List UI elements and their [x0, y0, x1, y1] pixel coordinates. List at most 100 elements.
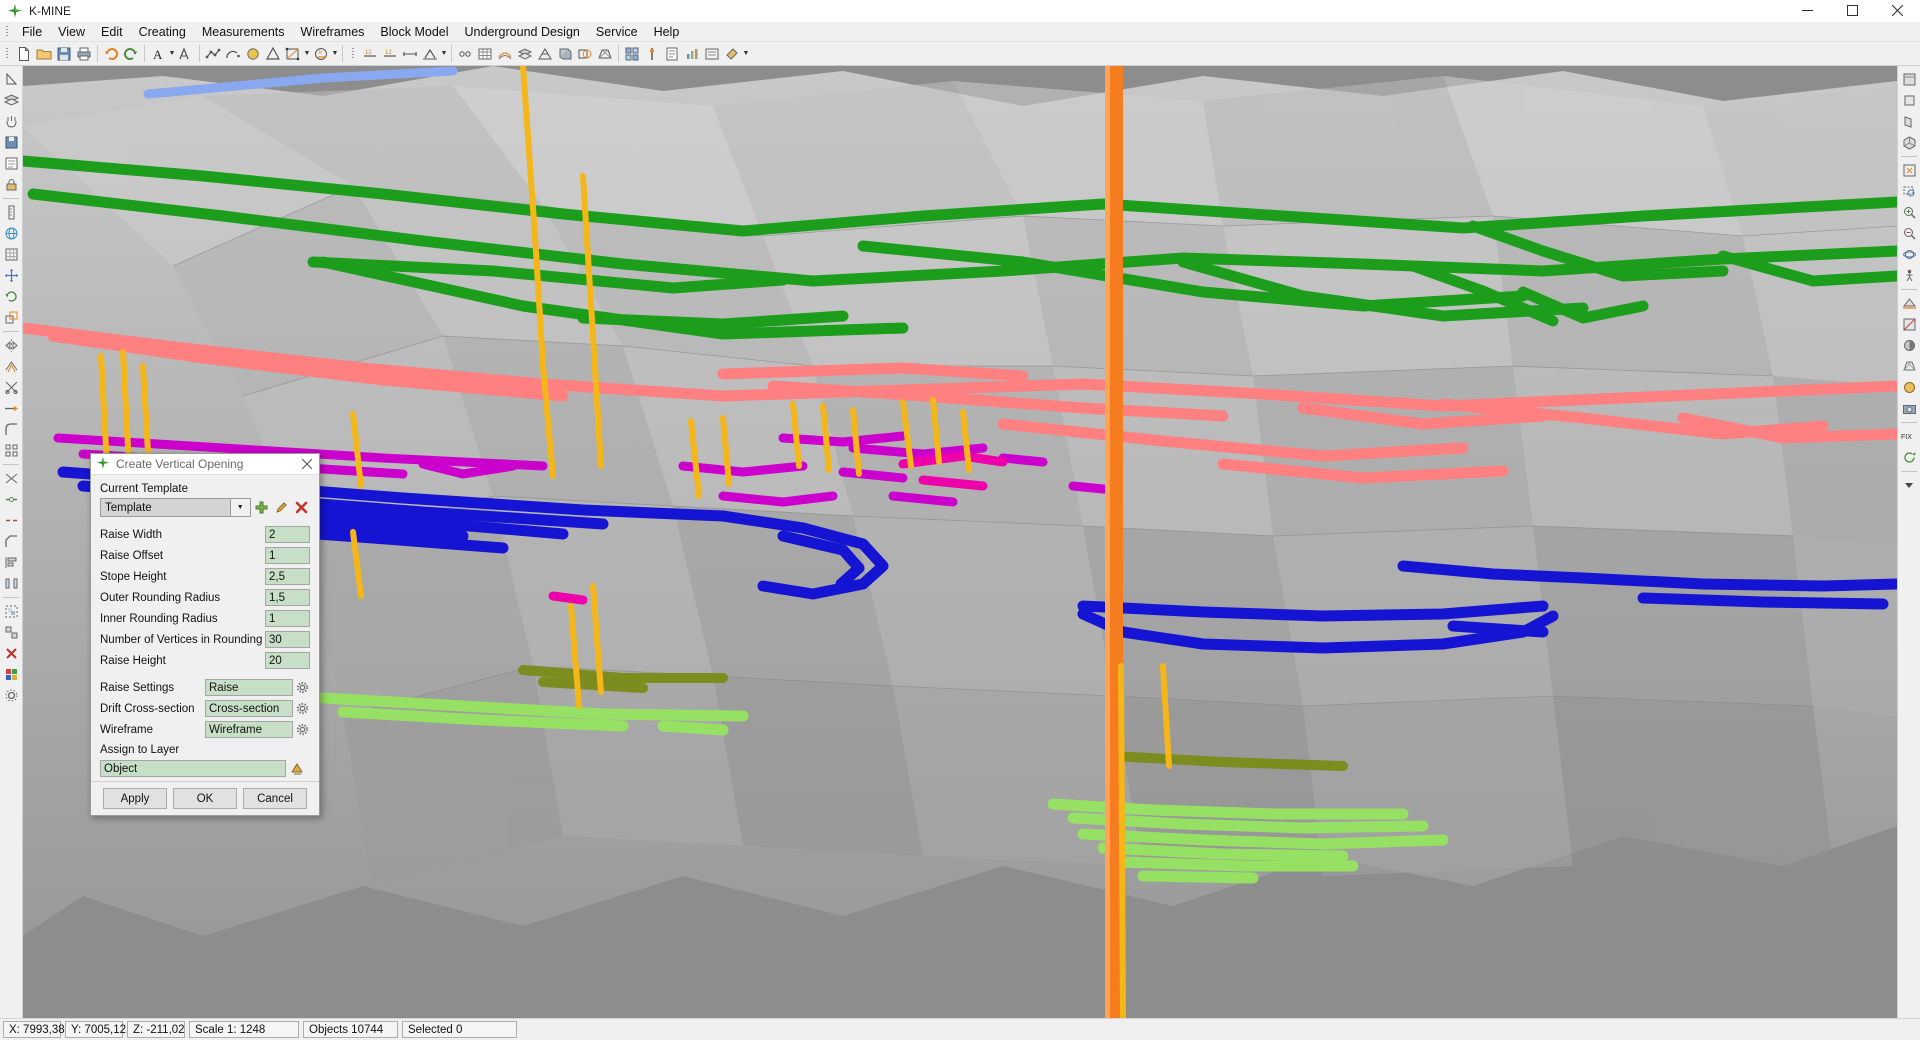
refresh-icon[interactable]: [1899, 447, 1919, 467]
chart-icon[interactable]: [682, 44, 702, 64]
save-icon[interactable]: [54, 44, 74, 64]
group-icon[interactable]: [1, 601, 21, 621]
create-vertical-opening-dialog[interactable]: Create Vertical Opening Current Template…: [90, 453, 320, 816]
view-top-icon[interactable]: [1899, 69, 1919, 89]
wireframe-input[interactable]: Wireframe: [205, 721, 293, 738]
new-file-icon[interactable]: [14, 44, 34, 64]
template-combo-input[interactable]: Template: [100, 498, 231, 517]
align-icon[interactable]: [1, 552, 21, 572]
dialog-title-bar[interactable]: Create Vertical Opening: [91, 454, 319, 475]
apply-button[interactable]: Apply: [103, 788, 167, 809]
join-icon[interactable]: [1, 489, 21, 509]
grid-snap-icon[interactable]: [1, 244, 21, 264]
scale-icon[interactable]: [1, 307, 21, 327]
drift-cross-section-input[interactable]: Cross-section: [205, 700, 293, 717]
font-icon[interactable]: [176, 44, 196, 64]
wireframe-icon[interactable]: [595, 44, 615, 64]
orbit-icon[interactable]: [1899, 244, 1919, 264]
delete-icon[interactable]: [1, 643, 21, 663]
shade-icon[interactable]: [1899, 335, 1919, 355]
extend-icon[interactable]: [1, 398, 21, 418]
section-view-icon[interactable]: [1899, 314, 1919, 334]
raise-height-input[interactable]: 20: [265, 652, 310, 669]
break-icon[interactable]: [1, 510, 21, 530]
move-icon[interactable]: [1, 265, 21, 285]
text-icon[interactable]: A: [148, 44, 168, 64]
explode-icon[interactable]: [1, 468, 21, 488]
block-model-icon[interactable]: [622, 44, 642, 64]
arc-icon[interactable]: [223, 44, 243, 64]
view-front-icon[interactable]: [1899, 90, 1919, 110]
measure-angle-icon[interactable]: 12: [380, 44, 400, 64]
offset-icon[interactable]: [1, 356, 21, 376]
redo-icon[interactable]: [121, 44, 141, 64]
raise-width-input[interactable]: 2: [265, 526, 310, 543]
zoom-window-icon[interactable]: [1899, 181, 1919, 201]
save-view-icon[interactable]: [1, 132, 21, 152]
wireframe-gear-icon[interactable]: [295, 722, 310, 737]
menu-file[interactable]: File: [14, 22, 50, 42]
ok-button[interactable]: OK: [173, 788, 237, 809]
menu-underground-design[interactable]: Underground Design: [457, 22, 588, 42]
chamfer-icon[interactable]: [1, 531, 21, 551]
render-icon[interactable]: [1899, 377, 1919, 397]
fix-view-icon[interactable]: FIX: [1899, 426, 1919, 446]
point-icon[interactable]: [283, 44, 303, 64]
menu-edit[interactable]: Edit: [93, 22, 131, 42]
properties-icon[interactable]: [1, 153, 21, 173]
raise-settings-input[interactable]: Raise: [205, 679, 293, 696]
measure-area-icon[interactable]: [400, 44, 420, 64]
drift-cross-section-gear-icon[interactable]: [295, 701, 310, 716]
report-icon[interactable]: [662, 44, 682, 64]
grid-icon[interactable]: [475, 44, 495, 64]
assign-to-layer-input[interactable]: Object: [100, 760, 286, 777]
fillet-icon[interactable]: [1, 419, 21, 439]
color-picker-icon[interactable]: [1, 664, 21, 684]
dialog-close-icon[interactable]: [295, 454, 319, 475]
zoom-in-icon[interactable]: [1899, 202, 1919, 222]
array-icon[interactable]: [1, 440, 21, 460]
stope-height-input[interactable]: 2,5: [265, 568, 310, 585]
menu-view[interactable]: View: [50, 22, 93, 42]
distribute-icon[interactable]: [1, 573, 21, 593]
ungroup-icon[interactable]: [1, 622, 21, 642]
cancel-button[interactable]: Cancel: [243, 788, 307, 809]
polygon-icon[interactable]: [263, 44, 283, 64]
outer-rounding-radius-input[interactable]: 1,5: [265, 589, 310, 606]
surface-icon[interactable]: [515, 44, 535, 64]
menu-drag-handle[interactable]: [3, 24, 12, 40]
boolean-icon[interactable]: [575, 44, 595, 64]
text-options-caret-icon[interactable]: ▼: [168, 44, 176, 64]
raise-settings-gear-icon[interactable]: [295, 680, 310, 695]
rotate-icon[interactable]: [1, 286, 21, 306]
edit-template-button[interactable]: [272, 498, 290, 517]
vertices-in-rounding-input[interactable]: 30: [265, 631, 310, 648]
polyline-icon[interactable]: [203, 44, 223, 64]
menu-help[interactable]: Help: [646, 22, 688, 42]
delete-template-button[interactable]: [292, 498, 310, 517]
section-icon[interactable]: [455, 44, 475, 64]
menu-creating[interactable]: Creating: [131, 22, 194, 42]
menu-wireframes[interactable]: Wireframes: [293, 22, 373, 42]
circle-icon[interactable]: [243, 44, 263, 64]
toolbar-drag-handle-1[interactable]: [3, 46, 12, 62]
camera-icon[interactable]: [1899, 398, 1919, 418]
rectangle-options-caret-icon[interactable]: ▼: [331, 44, 339, 64]
view-side-icon[interactable]: [1899, 111, 1919, 131]
solid-icon[interactable]: [555, 44, 575, 64]
legend-icon[interactable]: [702, 44, 722, 64]
colorize-options-caret-icon[interactable]: ▼: [742, 44, 750, 64]
contour-icon[interactable]: [495, 44, 515, 64]
undo-icon[interactable]: [101, 44, 121, 64]
settings-icon[interactable]: [1, 685, 21, 705]
minimize-button[interactable]: [1785, 0, 1830, 22]
walk-icon[interactable]: [1899, 265, 1919, 285]
scroll-down-icon[interactable]: [1899, 475, 1919, 495]
select-arrow-icon[interactable]: [1, 69, 21, 89]
drillhole-icon[interactable]: [642, 44, 662, 64]
pan-icon[interactable]: [1, 111, 21, 131]
menu-block-model[interactable]: Block Model: [372, 22, 456, 42]
lock-icon[interactable]: [1, 174, 21, 194]
annotate-icon[interactable]: [420, 44, 440, 64]
colorize-icon[interactable]: [722, 44, 742, 64]
